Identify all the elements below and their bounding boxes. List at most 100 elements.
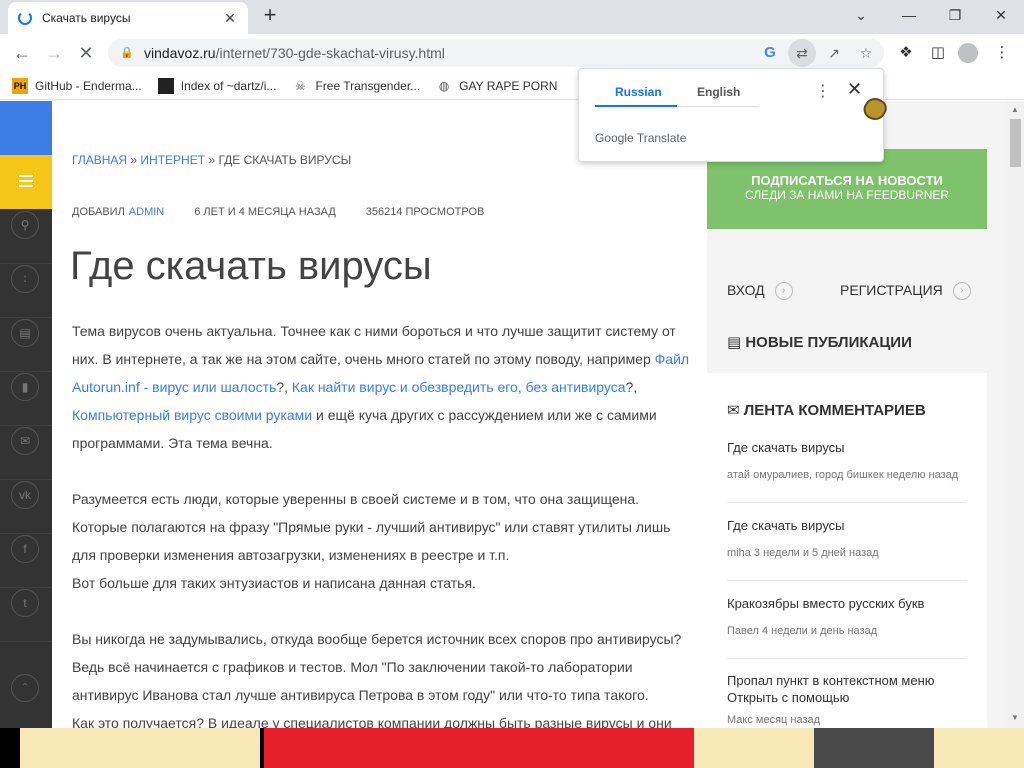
comment-item[interactable]: Где скачать вирусы miha 3 недели и 5 дне… (727, 517, 967, 559)
sitemap-icon[interactable]: ▤ (11, 319, 39, 347)
tab-strip: Скачать вирусы ✕ + ⌄ — ❐ ✕ (0, 0, 1024, 34)
page-title: Где скачать вирусы (70, 244, 432, 288)
menu-button[interactable] (0, 155, 52, 209)
divider (0, 317, 52, 318)
translate-tab-english[interactable]: English (697, 85, 740, 99)
register-link[interactable]: РЕГИСТРАЦИЯ › (840, 282, 971, 301)
divider (0, 425, 52, 426)
translate-icon[interactable]: ⇄ (788, 39, 816, 67)
paragraph: Вы никогда не задумывались, откуда вообщ… (72, 625, 692, 728)
breadcrumb-section-link[interactable]: ИНТЕРНЕТ (140, 153, 205, 167)
author-line: ДОБАВИЛ ADMIN (72, 206, 164, 218)
profile-avatar[interactable] (958, 43, 978, 63)
article-link[interactable]: Компьютерный вирус своими руками (72, 407, 312, 423)
comment-title[interactable]: Кракозябры вместо русских букв (727, 595, 967, 612)
scroll-up-arrow-icon[interactable]: ▲ (1011, 105, 1019, 114)
translate-popup: Russian English ⋮ ✕ Google Translate (578, 68, 884, 162)
comment-item[interactable]: Где скачать вирусы атай омуралиев, город… (727, 439, 967, 481)
auth-panel: ВХОД › РЕГИСТРАЦИЯ › (707, 249, 987, 331)
back-button[interactable]: ← (10, 42, 34, 64)
bookmark-item[interactable]: ◍ GAY RAPE PORN (436, 78, 558, 94)
article-age: 6 ЛЕТ И 4 МЕСЯЦА НАЗАД (194, 206, 336, 218)
text: Тема вирусов очень актуальна. Точнее как… (72, 323, 676, 367)
bookmark-label: Index of ~dartz/i... (180, 78, 277, 93)
register-label: РЕГИСТРАЦИЯ (840, 282, 943, 298)
close-icon[interactable]: ✕ (847, 79, 862, 100)
browser-toolbar: ← → ✕ 🔒 vindavoz.ru/internet/730-gde-ska… (0, 34, 1024, 72)
bottom-overlay (0, 728, 1024, 768)
ghost-favicon-icon: ☠ (295, 78, 306, 93)
menu-kebab-icon[interactable]: ⋮ (990, 42, 1014, 64)
share-icon[interactable]: ↗ (820, 39, 848, 67)
new-tab-button[interactable]: + (258, 4, 282, 28)
bookmark-item[interactable]: Index of ~dartz/i... (157, 77, 277, 94)
restore-button[interactable]: ❐ (932, 0, 978, 30)
comment-meta: miha 3 недели и 5 дней назад (727, 547, 879, 559)
divider (0, 587, 52, 588)
bookmark-icon[interactable]: ▮ (11, 373, 39, 401)
author-link[interactable]: ADMIN (129, 206, 164, 218)
left-bar-top-block[interactable] (0, 101, 52, 155)
minimize-button[interactable]: — (886, 0, 932, 30)
vertical-scrollbar[interactable]: ▲ ▼ (1007, 101, 1024, 728)
text: Вот больше для таких энтузиастов и напис… (72, 575, 476, 591)
text: для проверки изменения автозагрузки, изм… (72, 547, 510, 563)
browser-tab[interactable]: Скачать вирусы ✕ (8, 2, 248, 34)
forward-button[interactable]: → (42, 42, 66, 64)
comments-feed-heading: ✉ ЛЕНТА КОММЕНТАРИЕВ (727, 401, 926, 419)
text: Как это получается? В идеале у специалис… (72, 715, 672, 728)
extensions-icon[interactable]: ❖ (894, 42, 918, 64)
stop-button[interactable]: ✕ (74, 42, 98, 64)
comment-item[interactable]: Пропал пункт в контекстном меню Открыть … (727, 672, 967, 726)
translate-tab-russian[interactable]: Russian (615, 85, 662, 99)
window-close-button[interactable]: ✕ (978, 0, 1024, 30)
comment-title[interactable]: Где скачать вирусы (727, 439, 967, 456)
divider (727, 658, 967, 659)
breadcrumb-separator: » (130, 153, 138, 167)
rss-icon[interactable]: ∶ (11, 265, 39, 293)
twitter-icon[interactable]: t (11, 589, 39, 617)
comment-item[interactable]: Кракозябры вместо русских букв Павел 4 н… (727, 595, 967, 637)
more-options-icon[interactable]: ⋮ (815, 81, 831, 101)
google-lens-icon[interactable]: G (756, 39, 784, 67)
url-path: /internet/730-gde-skachat-virusy.html (215, 45, 445, 61)
subscribe-subtitle: СЛЕДИ ЗА НАМИ НА FEEDBURNER (744, 188, 950, 202)
overlay-panel (694, 728, 814, 768)
overlay-panel (264, 728, 694, 768)
article-link[interactable]: Как найти вирус и обезвредить его, без а… (292, 379, 626, 395)
tab-close-icon[interactable]: ✕ (222, 10, 238, 27)
mail-icon[interactable]: ✉ (11, 427, 39, 455)
comment-title[interactable]: Пропал пункт в контекстном меню Открыть … (727, 672, 967, 706)
google-translate-brand: Google Translate (595, 131, 687, 145)
overlay-panel (20, 728, 260, 768)
tab-search-icon[interactable]: ⌄ (838, 0, 884, 30)
login-link[interactable]: ВХОД › (727, 282, 793, 301)
added-by-label: ДОБАВИЛ (72, 206, 125, 218)
bookmark-label: GitHub - Enderma... (35, 78, 142, 93)
article-meta: ДОБАВИЛ ADMIN 6 ЛЕТ И 4 МЕСЯЦА НАЗАД 3562… (72, 206, 514, 218)
new-publications-heading[interactable]: ▤ НОВЫЕ ПУБЛИКАЦИИ (727, 333, 912, 351)
heading-text: ЛЕНТА КОММЕНТАРИЕВ (743, 402, 926, 419)
scrollbar-thumb[interactable] (1010, 119, 1021, 167)
search-icon[interactable]: ⚲ (11, 211, 39, 239)
bookmark-item[interactable]: ☠ Free Transgender... (292, 78, 420, 94)
active-tab-indicator (595, 105, 677, 107)
scroll-top-icon[interactable]: ˆ (11, 674, 39, 702)
scroll-down-arrow-icon[interactable]: ▼ (1011, 713, 1019, 722)
divider (727, 580, 967, 581)
text: ?, (625, 379, 638, 395)
breadcrumb-current: ГДЕ СКАЧАТЬ ВИРУСЫ (218, 153, 352, 167)
facebook-icon[interactable]: f (11, 535, 39, 563)
article-body: Тема вирусов очень актуальна. Точнее как… (72, 317, 692, 728)
pornhub-favicon-icon: PH (12, 77, 28, 94)
divider (0, 533, 52, 534)
comment-title[interactable]: Где скачать вирусы (727, 517, 967, 534)
breadcrumb-home-link[interactable]: ГЛАВНАЯ (72, 153, 127, 167)
right-sidebar: ПОДПИСАТЬСЯ НА НОВОСТИ СЛЕДИ ЗА НАМИ НА … (707, 101, 1007, 728)
side-panel-icon[interactable]: ◫ (926, 42, 950, 64)
comments-feed: ✉ ЛЕНТА КОММЕНТАРИЕВ Где скачать вирусы … (707, 373, 987, 728)
vk-icon[interactable]: vk (11, 481, 39, 509)
bookmark-star-icon[interactable]: ☆ (852, 39, 880, 67)
bookmark-item[interactable]: PH GitHub - Enderma... (12, 77, 142, 94)
lock-icon[interactable]: 🔒 (120, 46, 134, 60)
